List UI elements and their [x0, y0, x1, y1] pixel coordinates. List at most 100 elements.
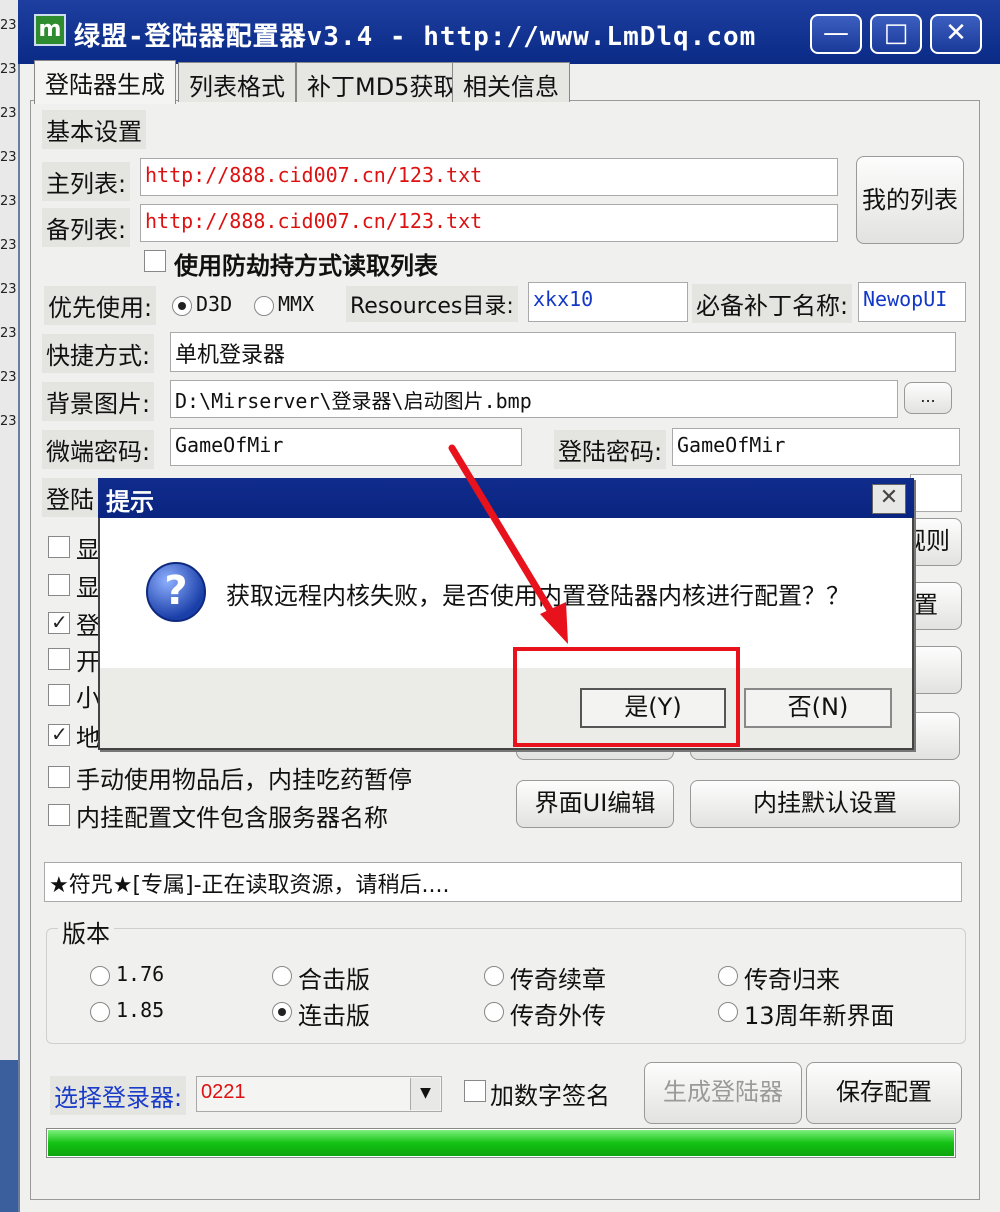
version-label: 13周年新界面	[744, 1002, 895, 1030]
close-button[interactable]: ✕	[930, 14, 982, 54]
tab-list-format[interactable]: 列表格式	[178, 62, 296, 102]
option-checkbox[interactable]	[48, 648, 70, 670]
progress-fill	[48, 1130, 954, 1156]
edge-fragment: 23	[0, 18, 17, 33]
version-radio[interactable]	[718, 966, 738, 986]
status-field: ★符咒★[专属]-正在读取资源，请稍后....	[44, 862, 962, 902]
tab-patch-md5[interactable]: 补丁MD5获取	[296, 62, 469, 102]
tab-related-info[interactable]: 相关信息	[452, 62, 570, 102]
taskbar-strip	[0, 1060, 18, 1212]
edge-fragment: 23	[0, 106, 17, 121]
shortcut-input[interactable]: 单机登录器	[170, 332, 956, 372]
option-label: 显	[76, 536, 100, 564]
option-label: 显	[76, 574, 100, 602]
edge-fragment: 23	[0, 62, 17, 77]
version-radio[interactable]	[718, 1002, 738, 1022]
micro-pwd-label: 微端密码:	[42, 430, 155, 469]
backup-list-input[interactable]: http://888.cid007.cn/123.txt	[140, 204, 838, 242]
plugin-default-button[interactable]: 内挂默认设置	[690, 780, 960, 828]
browse-button[interactable]: ...	[904, 382, 952, 414]
option-label: 地	[76, 724, 100, 752]
section-basic-settings: 基本设置	[42, 110, 146, 149]
edge-fragment: 23	[0, 414, 17, 429]
edge-fragment: 23	[0, 370, 17, 385]
required-patch-label: 必备补丁名称:	[692, 284, 853, 323]
tab-generator[interactable]: 登陆器生成	[34, 60, 176, 104]
version-label: 1.85	[116, 998, 165, 1022]
maximize-button[interactable]: □	[870, 14, 922, 54]
version-label: 传奇续章	[510, 966, 606, 994]
generate-launcher-button[interactable]: 生成登陆器	[644, 1062, 802, 1124]
edge-fragment: 23	[0, 238, 17, 253]
login-partial-label: 登陆	[42, 478, 98, 517]
digital-sign-checkbox[interactable]	[464, 1080, 486, 1102]
option-label: 小	[76, 684, 100, 712]
config-server-name-label: 内挂配置文件包含服务器名称	[76, 804, 388, 832]
app-logo-icon: m	[34, 14, 66, 46]
question-icon: ?	[146, 562, 206, 622]
dialog-message: 获取远程内核失败，是否使用内置登陆器内核进行配置？？	[226, 582, 850, 610]
version-label: 连击版	[298, 1002, 370, 1030]
partial-input[interactable]	[910, 474, 962, 512]
resources-label: Resources目录:	[346, 286, 518, 322]
manual-items-label: 手动使用物品后，内挂吃药暂停	[76, 766, 412, 794]
config-server-name-checkbox[interactable]	[48, 804, 70, 826]
login-pwd-label: 登陆密码:	[554, 430, 667, 469]
option-checkbox[interactable]	[48, 684, 70, 706]
version-radio[interactable]	[90, 966, 110, 986]
window-title: 绿盟-登陆器配置器v3.4 - http://www.LmDlq.com	[74, 22, 757, 52]
edge-fragment: 23	[0, 150, 17, 165]
main-list-label: 主列表:	[42, 162, 131, 201]
version-radio[interactable]	[90, 1002, 110, 1022]
option-checkbox[interactable]	[48, 722, 70, 746]
version-radio[interactable]	[484, 1002, 504, 1022]
version-radio[interactable]	[272, 966, 292, 986]
bg-image-label: 背景图片:	[42, 382, 155, 421]
radio-mmx-label: MMX	[278, 292, 315, 316]
version-label: 传奇归来	[744, 966, 840, 994]
option-label: 登	[76, 612, 100, 640]
no-button[interactable]: 否(N)	[744, 688, 892, 728]
save-config-button[interactable]: 保存配置	[806, 1062, 962, 1124]
shortcut-label: 快捷方式:	[42, 334, 155, 373]
radio-mmx[interactable]	[254, 296, 274, 316]
background-edge	[0, 0, 18, 1212]
bg-image-input[interactable]: D:\Mirserver\登录器\启动图片.bmp	[170, 380, 898, 418]
select-launcher-label: 选择登录器:	[50, 1076, 187, 1115]
main-list-input[interactable]: http://888.cid007.cn/123.txt	[140, 158, 838, 196]
version-radio[interactable]	[484, 966, 504, 986]
version-radio-selected[interactable]	[272, 1002, 292, 1022]
chevron-down-icon[interactable]: ▼	[410, 1078, 440, 1110]
option-label: 开	[76, 648, 100, 676]
radio-d3d[interactable]	[172, 296, 192, 316]
required-patch-input[interactable]: NewopUI	[858, 282, 966, 322]
option-checkbox[interactable]	[48, 536, 70, 558]
edge-fragment: 23	[0, 282, 17, 297]
version-label: 合击版	[298, 966, 370, 994]
my-list-button[interactable]: 我的列表	[856, 156, 964, 244]
dialog-close-icon[interactable]: ✕	[872, 484, 906, 514]
version-label: 传奇外传	[510, 1002, 606, 1030]
edge-fragment: 23	[0, 326, 17, 341]
highlight-box	[513, 647, 740, 747]
anti-hijack-label: 使用防劫持方式读取列表	[174, 252, 438, 280]
minimize-button[interactable]: —	[810, 14, 862, 54]
micro-pwd-input[interactable]: GameOfMir	[170, 428, 522, 466]
radio-d3d-label: D3D	[196, 292, 233, 316]
option-checkbox[interactable]	[48, 574, 70, 596]
ui-edit-button[interactable]: 界面UI编辑	[516, 780, 674, 828]
anti-hijack-checkbox[interactable]	[144, 250, 166, 272]
dialog-title: 提示	[106, 488, 154, 516]
backup-list-label: 备列表:	[42, 208, 131, 247]
priority-label: 优先使用:	[44, 286, 157, 325]
login-pwd-input[interactable]: GameOfMir	[672, 428, 960, 466]
resources-input[interactable]: xkx10	[528, 282, 688, 322]
version-title: 版本	[58, 914, 114, 949]
digital-sign-label: 加数字签名	[490, 1082, 610, 1110]
option-checkbox[interactable]	[48, 610, 70, 634]
launcher-select[interactable]: 0221	[196, 1076, 442, 1112]
version-label: 1.76	[116, 962, 165, 986]
manual-items-checkbox[interactable]	[48, 766, 70, 788]
dialog-title-bar[interactable]	[98, 478, 914, 518]
edge-fragment: 23	[0, 194, 17, 209]
